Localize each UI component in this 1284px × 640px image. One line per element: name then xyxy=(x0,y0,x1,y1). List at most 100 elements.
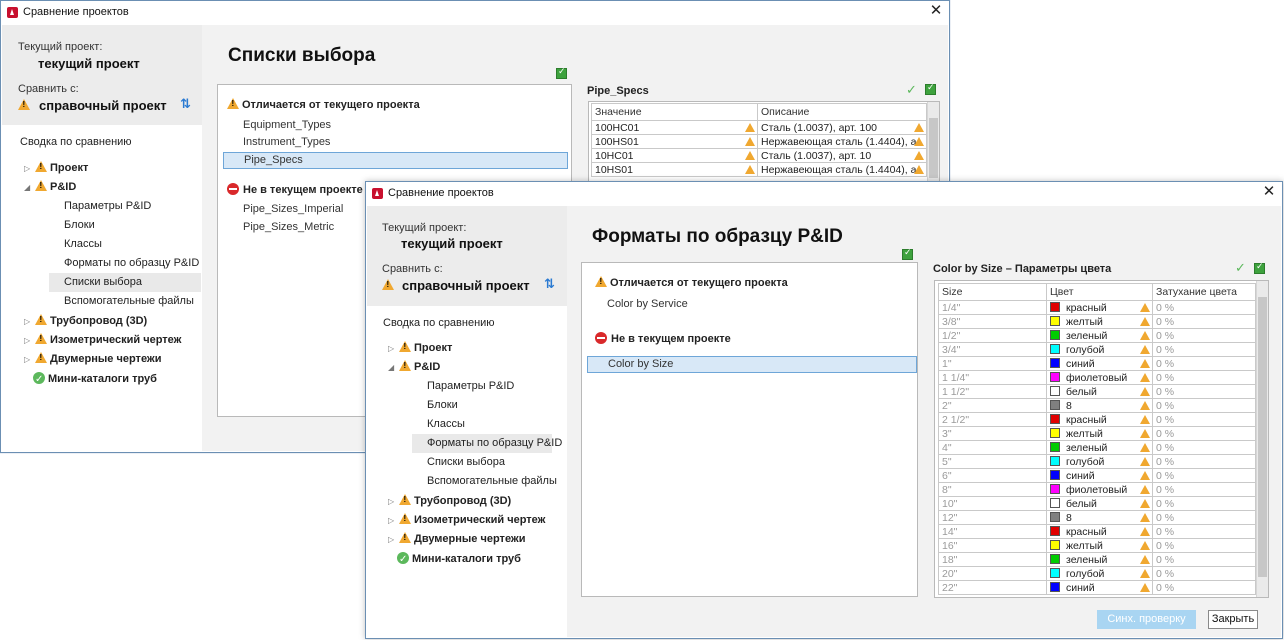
size-cell[interactable]: 3" xyxy=(938,426,1047,441)
chevron-down-icon[interactable]: ◢ xyxy=(388,358,399,377)
fade-cell[interactable]: 0 % xyxy=(1152,342,1256,357)
tree-item-iso[interactable]: ▷Изометрический чертеж xyxy=(388,511,545,530)
table-row[interactable]: 3/8" желтый 0 % xyxy=(938,314,1256,329)
color-cell[interactable]: зеленый xyxy=(1046,552,1153,567)
tree-item-pid-styles[interactable]: Форматы по образцу P&ID xyxy=(64,254,199,273)
fade-cell[interactable]: 0 % xyxy=(1152,468,1256,483)
fade-cell[interactable]: 0 % xyxy=(1152,384,1256,399)
fade-cell[interactable]: 0 % xyxy=(1152,412,1256,427)
size-cell[interactable]: 14" xyxy=(938,524,1047,539)
fade-cell[interactable]: 0 % xyxy=(1152,566,1256,581)
fade-cell[interactable]: 0 % xyxy=(1152,398,1256,413)
value-cell[interactable]: 100HC01 xyxy=(591,120,758,135)
table-row[interactable]: 10" белый 0 % xyxy=(938,496,1256,511)
table-row[interactable]: 3" желтый 0 % xyxy=(938,426,1256,441)
tree-item-blocks[interactable]: Блоки xyxy=(427,396,458,415)
value-cell[interactable]: 100HS01 xyxy=(591,134,758,149)
table-row[interactable]: 4" зеленый 0 % xyxy=(938,440,1256,455)
color-cell[interactable]: зеленый xyxy=(1046,328,1153,343)
close-button[interactable]: Закрыть xyxy=(1208,610,1258,629)
scroll-thumb[interactable] xyxy=(1258,297,1267,577)
table-row[interactable]: 10HS01 Нержавеющая сталь (1.4404), а xyxy=(591,162,927,177)
vertical-scrollbar[interactable] xyxy=(927,102,939,184)
table-row[interactable]: 1" синий 0 % xyxy=(938,356,1256,371)
tree-item-classes[interactable]: Классы xyxy=(427,415,465,434)
color-cell[interactable]: белый xyxy=(1046,384,1153,399)
table-row[interactable]: 20" голубой 0 % xyxy=(938,566,1256,581)
chevron-right-icon[interactable]: ▷ xyxy=(24,312,35,331)
list-item[interactable]: Equipment_Types xyxy=(223,117,568,134)
value-cell[interactable]: 10HS01 xyxy=(591,162,758,177)
size-cell[interactable]: 1 1/2" xyxy=(938,384,1047,399)
color-cell[interactable]: зеленый xyxy=(1046,440,1153,455)
size-cell[interactable]: 2" xyxy=(938,398,1047,413)
color-cell[interactable]: фиолетовый xyxy=(1046,370,1153,385)
close-icon[interactable]: ✕ xyxy=(929,3,943,18)
tree-item-pid[interactable]: ◢P&ID xyxy=(24,178,76,197)
table-row[interactable]: 16" желтый 0 % xyxy=(938,538,1256,553)
tree-item-pid[interactable]: ◢P&ID xyxy=(388,358,440,377)
tree-item-project[interactable]: ▷Проект xyxy=(388,339,452,358)
table-row[interactable]: 2" 8 0 % xyxy=(938,398,1256,413)
chevron-right-icon[interactable]: ▷ xyxy=(24,331,35,350)
fade-cell[interactable]: 0 % xyxy=(1152,314,1256,329)
fade-cell[interactable]: 0 % xyxy=(1152,538,1256,553)
color-cell[interactable]: 8 xyxy=(1046,510,1153,525)
fade-cell[interactable]: 0 % xyxy=(1152,510,1256,525)
tree-item-pid-settings[interactable]: Параметры P&ID xyxy=(427,377,514,396)
size-cell[interactable]: 10" xyxy=(938,496,1047,511)
swap-icon[interactable]: ⇅ xyxy=(544,276,555,292)
color-cell[interactable]: желтый xyxy=(1046,314,1153,329)
tree-item-mini-specs[interactable]: Мини-каталоги труб xyxy=(397,550,521,569)
tree-item-ortho[interactable]: ▷Двумерные чертежи xyxy=(24,350,161,369)
tree-item-pid-settings[interactable]: Параметры P&ID xyxy=(64,197,151,216)
table-row[interactable]: 5" голубой 0 % xyxy=(938,454,1256,469)
size-cell[interactable]: 3/4" xyxy=(938,342,1047,357)
table-row[interactable]: 8" фиолетовый 0 % xyxy=(938,482,1256,497)
size-cell[interactable]: 12" xyxy=(938,510,1047,525)
table-row[interactable]: 1 1/2" белый 0 % xyxy=(938,384,1256,399)
close-icon[interactable]: ✕ xyxy=(1262,184,1276,199)
chevron-right-icon[interactable]: ▷ xyxy=(388,492,399,511)
chevron-down-icon[interactable]: ◢ xyxy=(24,178,35,197)
size-cell[interactable]: 1" xyxy=(938,356,1047,371)
vertical-scrollbar[interactable] xyxy=(1256,281,1268,597)
size-cell[interactable]: 1/2" xyxy=(938,328,1047,343)
tree-item-blocks[interactable]: Блоки xyxy=(64,216,95,235)
size-cell[interactable]: 4" xyxy=(938,440,1047,455)
chevron-right-icon[interactable]: ▷ xyxy=(24,350,35,369)
fade-cell[interactable]: 0 % xyxy=(1152,482,1256,497)
list-item[interactable]: Instrument_Types xyxy=(223,134,568,151)
size-cell[interactable]: 5" xyxy=(938,454,1047,469)
color-cell[interactable]: красный xyxy=(1046,524,1153,539)
tree-item-project[interactable]: ▷Проект xyxy=(24,159,88,178)
list-item-selected[interactable]: Color by Size xyxy=(587,356,917,373)
table-row[interactable]: 1 1/4" фиолетовый 0 % xyxy=(938,370,1256,385)
table-row[interactable]: 100HC01 Сталь (1.0037), арт. 100 xyxy=(591,120,927,135)
table-row[interactable]: 12" 8 0 % xyxy=(938,510,1256,525)
chevron-right-icon[interactable]: ▷ xyxy=(24,159,35,178)
color-cell[interactable]: синий xyxy=(1046,580,1153,595)
table-row[interactable]: 22" синий 0 % xyxy=(938,580,1256,595)
color-cell[interactable]: фиолетовый xyxy=(1046,482,1153,497)
description-cell[interactable]: Сталь (1.0037), арт. 10 xyxy=(757,148,927,163)
table-row[interactable]: 2 1/2" красный 0 % xyxy=(938,412,1256,427)
color-cell[interactable]: 8 xyxy=(1046,398,1153,413)
size-cell[interactable]: 6" xyxy=(938,468,1047,483)
chevron-right-icon[interactable]: ▷ xyxy=(388,511,399,530)
swap-icon[interactable]: ⇅ xyxy=(180,96,191,112)
value-cell[interactable]: 10HC01 xyxy=(591,148,758,163)
tree-item-piping-3d[interactable]: ▷Трубопровод (3D) xyxy=(24,312,147,331)
color-cell[interactable]: красный xyxy=(1046,412,1153,427)
tree-item-iso[interactable]: ▷Изометрический чертеж xyxy=(24,331,181,350)
size-cell[interactable]: 22" xyxy=(938,580,1047,595)
table-row[interactable]: 1/4" красный 0 % xyxy=(938,300,1256,315)
chevron-right-icon[interactable]: ▷ xyxy=(388,530,399,549)
fade-cell[interactable]: 0 % xyxy=(1152,552,1256,567)
sync-button[interactable]: Синх. проверку xyxy=(1097,610,1196,629)
size-cell[interactable]: 16" xyxy=(938,538,1047,553)
column-header-description[interactable]: Описание xyxy=(757,103,927,121)
color-cell[interactable]: голубой xyxy=(1046,566,1153,581)
fade-cell[interactable]: 0 % xyxy=(1152,524,1256,539)
fade-cell[interactable]: 0 % xyxy=(1152,356,1256,371)
